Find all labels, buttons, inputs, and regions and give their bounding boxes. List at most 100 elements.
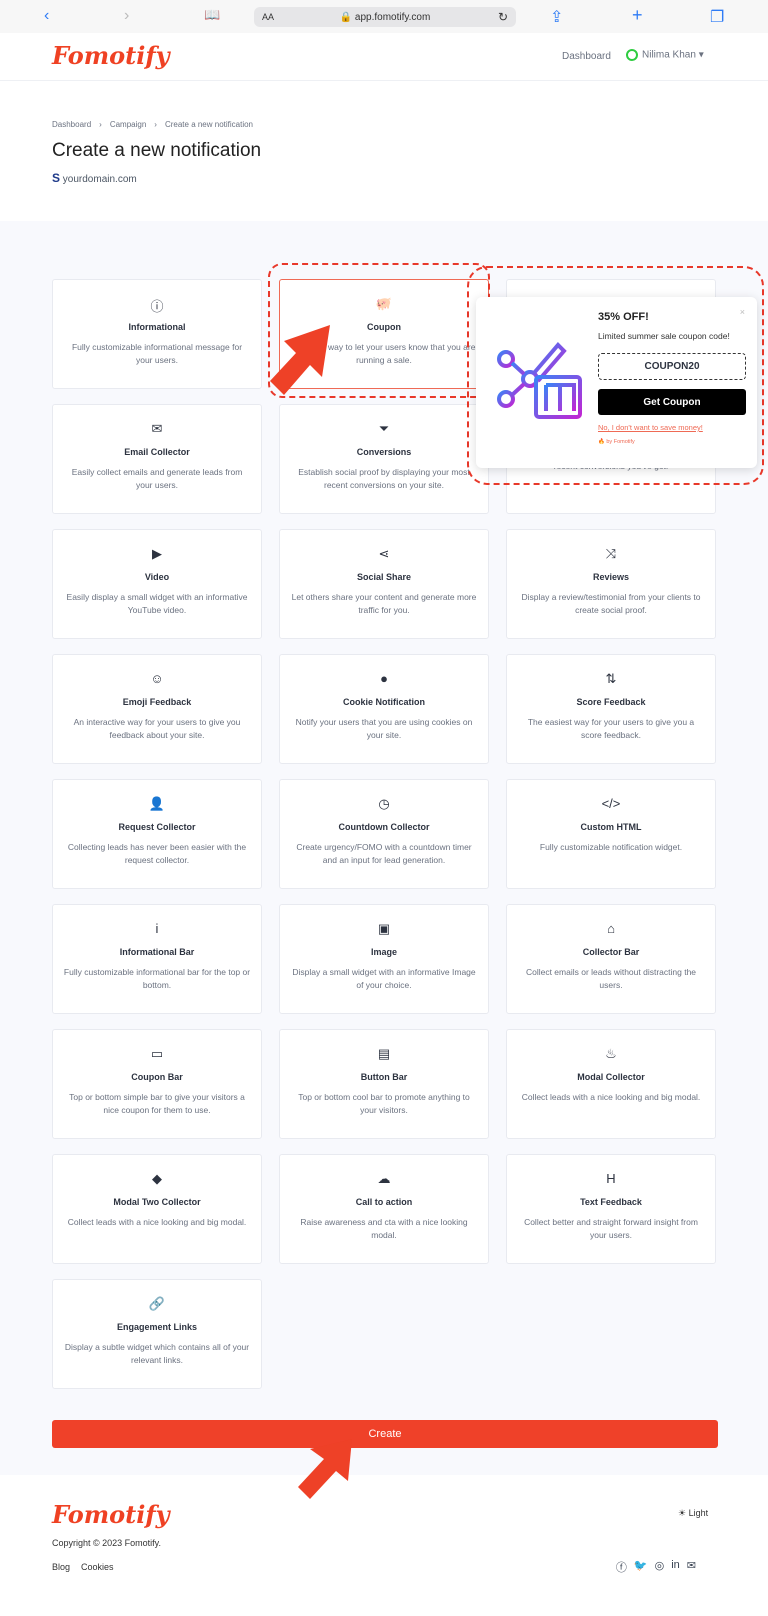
card-description: Collect emails or leads without distract… [525, 967, 697, 990]
notification-type-card-social-share[interactable]: ⋖ Social Share Let others share your conte… [279, 529, 489, 639]
instagram-icon[interactable]: ◎ [655, 1559, 665, 1575]
back-icon[interactable]: ‹ [44, 7, 49, 25]
heading-icon: H [606, 1171, 616, 1186]
close-icon[interactable]: × [740, 307, 745, 317]
breadcrumb-current: Create a new notification [164, 120, 254, 129]
card-description: Collect leads with a nice looking and bi… [521, 1092, 701, 1102]
text-size-button[interactable]: AA [262, 12, 274, 22]
card-title: Custom HTML [580, 822, 642, 832]
new-tab-icon[interactable]: + [632, 5, 643, 26]
theme-toggle[interactable]: ☀ Light [678, 1508, 708, 1519]
user-name: Nilima Khan [642, 49, 696, 61]
card-title: Conversions [356, 447, 412, 457]
get-coupon-button[interactable]: Get Coupon [598, 389, 746, 415]
keyboard-icon: ▤ [377, 1046, 391, 1061]
social-links: ⓕ 🐦 ◎ in ✉ [616, 1559, 696, 1575]
notification-type-card-collector-bar[interactable]: ⌂ Collector Bar Collect emails or leads wi… [506, 904, 716, 1014]
notification-type-card-reviews[interactable]: ⤨ Reviews Display a review/testimonial fro… [506, 529, 716, 639]
notification-type-card-button-bar[interactable]: ▤ Button Bar Top or bottom cool bar to pro… [279, 1029, 489, 1139]
card-description: Fully customizable informational message… [71, 342, 243, 365]
notification-type-card-cookie-notification[interactable]: ● Cookie Notification Notify your users th… [279, 654, 489, 764]
create-button[interactable]: Create [52, 1420, 718, 1448]
card-title: Coupon Bar [131, 1072, 183, 1082]
link-icon: 🔗 [148, 1296, 166, 1311]
card-description: Establish social proof by displaying you… [298, 467, 470, 490]
card-description: The easiest way for your users to give y… [527, 717, 695, 740]
decline-link[interactable]: No, I don't want to save money! [598, 423, 703, 432]
share-icon[interactable]: ⇪ [550, 7, 563, 27]
theme-label: Light [688, 1508, 709, 1518]
top-nav: Fomotify Dashboard Nilima Khan ▾ [0, 33, 768, 81]
notification-type-card-video[interactable]: ▶ Video Easily display a small widget with… [52, 529, 262, 639]
card-title: Reviews [592, 572, 630, 582]
tabs-icon[interactable]: ❐ [710, 7, 724, 27]
footer-link-cookies[interactable]: Cookies [81, 1562, 114, 1572]
notification-type-card-request-collector[interactable]: 👤 Request Collector Collecting leads has n… [52, 779, 262, 889]
popup-heading: 35% OFF! [598, 311, 649, 323]
info-circle-icon: ⓘ [150, 299, 164, 314]
address-bar[interactable]: AA 🔒 app.fomotify.com ↻ [254, 7, 516, 27]
notification-type-card-score-feedback[interactable]: ⇅ Score Feedback The easiest way for your … [506, 654, 716, 764]
notification-type-card-call-to-action[interactable]: ☁ Call to action Raise awareness and cta w… [279, 1154, 489, 1264]
card-title: Text Feedback [580, 1197, 642, 1207]
card-title: Social Share [356, 572, 412, 582]
notification-type-card-custom-html[interactable]: </> Custom HTML Fully customizable notific… [506, 779, 716, 889]
card-title: Email Collector [124, 447, 190, 457]
card-description: Fully customizable notification widget. [539, 842, 683, 852]
logo[interactable]: Fomotify [52, 41, 170, 70]
twitter-icon[interactable]: 🐦 [634, 1559, 648, 1575]
card-description: Display a small widget with an informati… [292, 967, 476, 990]
smile-icon: ☺ [150, 671, 164, 686]
card-title: Request Collector [118, 822, 196, 832]
notification-type-card-modal-two-collector[interactable]: ◆ Modal Two Collector Collect leads with a… [52, 1154, 262, 1264]
reload-icon[interactable]: ↻ [498, 10, 508, 24]
breadcrumb-campaign[interactable]: Campaign [110, 120, 146, 129]
notification-type-card-image[interactable]: ▣ Image Display a small widget with an inf… [279, 904, 489, 1014]
footer-logo[interactable]: Fomotify [52, 1500, 170, 1529]
card-description: Top or bottom cool bar to promote anythi… [298, 1092, 470, 1115]
browser-toolbar: ‹ › 📖 AA 🔒 app.fomotify.com ↻ ⇪ + ❐ [0, 0, 768, 33]
card-title: Engagement Links [116, 1322, 197, 1332]
notification-type-card-engagement-links[interactable]: 🔗 Engagement Links Display a subtle widget… [52, 1279, 262, 1389]
card-title: Call to action [355, 1197, 413, 1207]
pointer-arrow-annotation [298, 1439, 352, 1499]
breadcrumb-dashboard[interactable]: Dashboard [52, 120, 91, 129]
notification-type-card-emoji-feedback[interactable]: ☺ Emoji Feedback An interactive way for yo… [52, 654, 262, 764]
linkedin-icon[interactable]: in [671, 1559, 680, 1575]
notification-type-card-modal-collector[interactable]: ♨ Modal Collector Collect leads with a nic… [506, 1029, 716, 1139]
footer-link-blog[interactable]: Blog [52, 1562, 70, 1572]
coupon-preview-popup: × 35% OFF! Limited summer sale coupon co… [476, 297, 757, 468]
domain-label: S yourdomain.com [52, 171, 137, 185]
bookmarks-icon[interactable]: 📖 [204, 7, 220, 23]
theme-icon: ☀ [678, 1508, 687, 1518]
card-description: Collect better and straight forward insi… [524, 1217, 698, 1240]
url-value: app.fomotify.com [354, 11, 431, 23]
facebook-icon[interactable]: ⓕ [616, 1559, 627, 1575]
card-description: Fully customizable informational bar for… [63, 967, 251, 990]
notification-type-card-countdown-collector[interactable]: ◷ Countdown Collector Create urgency/FOMO … [279, 779, 489, 889]
domain-icon: S [52, 171, 61, 185]
notification-type-card-informational-bar[interactable]: i Informational Bar Fully customizable inf… [52, 904, 262, 1014]
card-title: Modal Two Collector [113, 1197, 201, 1207]
breadcrumb-separator: › [99, 120, 102, 129]
coupon-code[interactable]: COUPON20 [598, 353, 746, 380]
notification-type-card-text-feedback[interactable]: H Text Feedback Collect better and straigh… [506, 1154, 716, 1264]
notification-type-card-informational[interactable]: ⓘ Informational Fully customizable informa… [52, 279, 262, 389]
cookie-icon: ● [380, 671, 388, 686]
clock-icon: ◷ [378, 796, 390, 811]
branding: 🔥 by Fomotify [598, 439, 635, 445]
notification-type-card-conversions[interactable]: ⏷ Conversions Establish social proof by di… [279, 404, 489, 514]
notification-type-card-email-collector[interactable]: ✉ Email Collector Easily collect emails an… [52, 404, 262, 514]
user-menu[interactable]: Nilima Khan ▾ [626, 49, 704, 61]
card-title: Score Feedback [576, 697, 646, 707]
email-icon[interactable]: ✉ [687, 1559, 696, 1575]
page-title: Create a new notification [52, 140, 262, 161]
notification-type-card-coupon-bar[interactable]: ▭ Coupon Bar Top or bottom simple bar to g… [52, 1029, 262, 1139]
forward-icon[interactable]: › [124, 7, 129, 25]
inbox-icon: ⌂ [607, 921, 615, 936]
card-description: Easily collect emails and generate leads… [71, 467, 243, 490]
card-title: Countdown Collector [338, 822, 430, 832]
nav-dashboard[interactable]: Dashboard [562, 51, 611, 62]
card-description: Raise awareness and cta with a nice look… [300, 1217, 468, 1240]
avatar [626, 49, 638, 61]
